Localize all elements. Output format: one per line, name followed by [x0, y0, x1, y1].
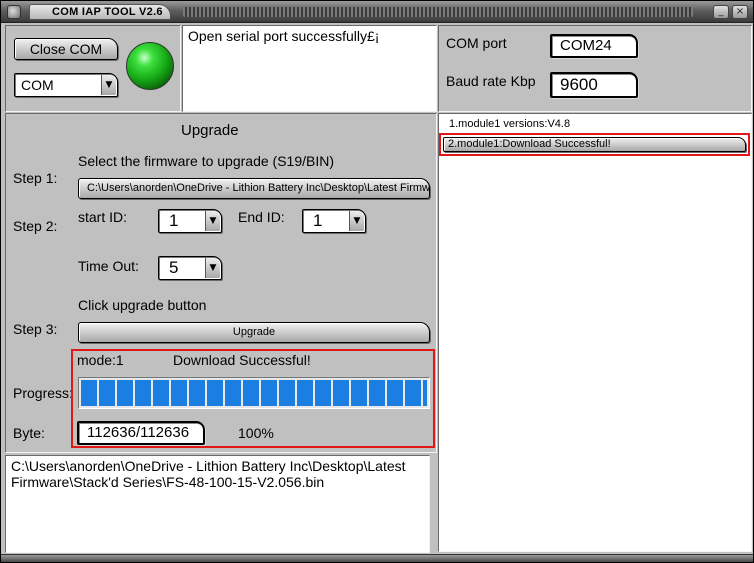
title-bar[interactable]: COM IAP TOOL V2.6 _ × — [1, 1, 753, 23]
module-list[interactable]: 1.module1 versions:V4.8 2.module1:Downlo… — [438, 113, 752, 552]
log-text: C:\Users\anorden\OneDrive - Lithion Batt… — [11, 458, 406, 490]
minimize-icon[interactable]: _ — [713, 5, 729, 19]
start-id-label: start ID: — [78, 209, 128, 225]
timeout-select[interactable]: 5 ▼ — [158, 256, 222, 280]
window-title: COM IAP TOOL V2.6 — [29, 4, 171, 20]
connection-status-led — [126, 42, 174, 90]
app-icon[interactable] — [7, 5, 21, 19]
log-box[interactable]: C:\Users\anorden\OneDrive - Lithion Batt… — [5, 455, 430, 553]
status-message-box: Open serial port successfully£¡ — [182, 25, 437, 112]
close-com-button[interactable]: Close COM — [14, 38, 118, 60]
download-status-text: Download Successful! — [173, 352, 311, 368]
percent-text: 100% — [238, 425, 274, 441]
progress-label: Progress: — [13, 385, 73, 401]
close-icon[interactable]: × — [732, 5, 748, 19]
com-select[interactable]: COM ▼ — [14, 73, 118, 97]
chevron-down-icon[interactable]: ▼ — [349, 211, 364, 231]
baud-rate-field[interactable]: 9600 — [550, 72, 638, 98]
com-select-value: COM — [21, 77, 54, 93]
status-message: Open serial port successfully£¡ — [188, 28, 380, 44]
step3-label: Step 3: — [13, 321, 58, 337]
chevron-down-icon[interactable]: ▼ — [101, 75, 116, 95]
chevron-down-icon[interactable]: ▼ — [205, 258, 220, 278]
end-id-value: 1 — [313, 211, 323, 230]
timeout-label: Time Out: — [78, 258, 139, 274]
byte-count-field: 112636/112636 — [77, 421, 205, 445]
upgrade-button[interactable]: Upgrade — [78, 322, 430, 343]
upgrade-heading: Upgrade — [181, 122, 239, 139]
title-bar-grip — [183, 7, 693, 17]
port-settings-panel: COM port COM24 Baud rate Kbp 9600 — [438, 25, 752, 112]
connection-panel: Close COM COM ▼ — [5, 25, 181, 112]
list-item[interactable]: 1.module1 versions:V4.8 — [449, 118, 570, 130]
com-port-field[interactable]: COM24 — [550, 34, 638, 58]
step2-label: Step 2: — [13, 218, 58, 234]
byte-label: Byte: — [13, 425, 45, 441]
step1-label: Step 1: — [13, 170, 58, 186]
end-id-label: End ID: — [238, 209, 285, 225]
firmware-path-button[interactable]: C:\Users\anorden\OneDrive - Lithion Batt… — [78, 178, 430, 199]
progress-bar-fill — [81, 380, 427, 406]
click-upgrade-text: Click upgrade button — [78, 297, 207, 313]
start-id-select[interactable]: 1 ▼ — [158, 209, 222, 233]
select-firmware-text: Select the firmware to upgrade (S19/BIN) — [78, 153, 335, 169]
chevron-down-icon[interactable]: ▼ — [205, 211, 220, 231]
end-id-select[interactable]: 1 ▼ — [302, 209, 366, 233]
timeout-value: 5 — [169, 258, 179, 277]
list-item-selected[interactable]: 2.module1:Download Successful! — [443, 137, 746, 152]
progress-bar — [78, 377, 430, 409]
start-id-value: 1 — [169, 211, 179, 230]
app-window: COM IAP TOOL V2.6 _ × Close COM COM ▼ Op… — [0, 0, 754, 563]
com-port-label: COM port — [446, 35, 507, 51]
window-bottom-edge — [1, 554, 753, 562]
baud-rate-label: Baud rate Kbp — [446, 73, 536, 89]
mode-text: mode:1 — [77, 352, 124, 368]
